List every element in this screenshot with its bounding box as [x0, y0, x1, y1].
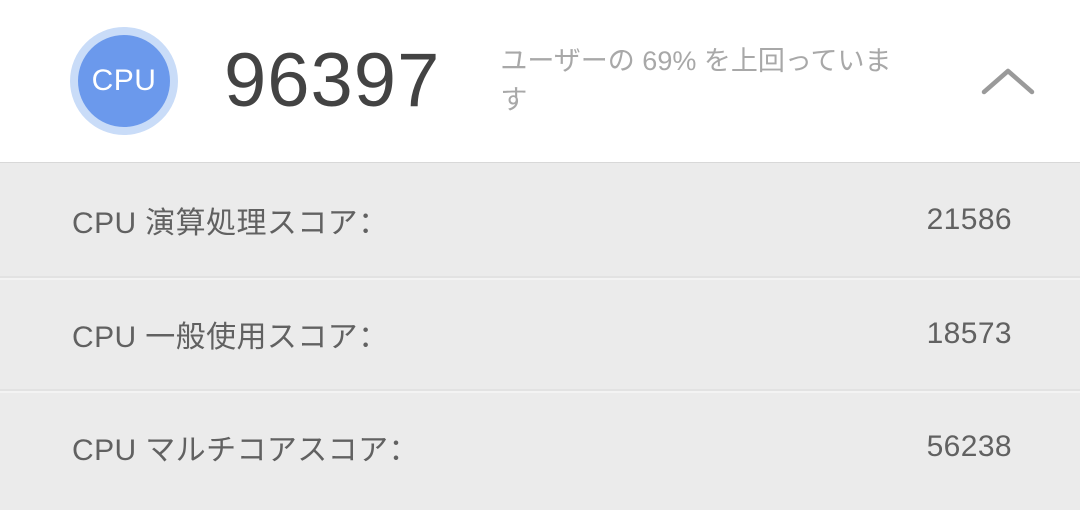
total-score-value: 96397 — [224, 38, 441, 123]
cpu-score-header[interactable]: CPU 96397 ユーザーの 69% を上回っています — [0, 0, 1080, 163]
collapse-toggle-button[interactable] — [970, 43, 1046, 119]
table-row[interactable]: CPU 一般使用スコア： 18573 — [0, 276, 1080, 389]
row-label: CPU 一般使用スコア： — [72, 320, 389, 354]
cpu-badge-core: CPU — [78, 35, 170, 127]
table-row[interactable]: CPU 演算処理スコア： 21586 — [0, 163, 1080, 276]
table-row[interactable]: CPU マルチコアスコア： 56238 — [0, 389, 1080, 502]
row-value: 56238 — [926, 429, 1012, 463]
row-label: CPU 演算処理スコア： — [72, 206, 389, 240]
chevron-up-icon — [980, 64, 1036, 98]
percentile-description: ユーザーの 69% を上回っています — [500, 45, 892, 115]
cpu-score-panel: CPU 96397 ユーザーの 69% を上回っています CPU 演算処理スコア… — [0, 0, 1080, 510]
row-value: 21586 — [926, 202, 1012, 236]
row-label: CPU マルチコアスコア： — [72, 433, 419, 467]
score-breakdown-list: CPU 演算処理スコア： 21586 CPU 一般使用スコア： 18573 CP… — [0, 163, 1080, 510]
cpu-badge: CPU — [70, 27, 178, 135]
cpu-badge-label: CPU — [91, 64, 157, 97]
row-value: 18573 — [926, 316, 1012, 350]
